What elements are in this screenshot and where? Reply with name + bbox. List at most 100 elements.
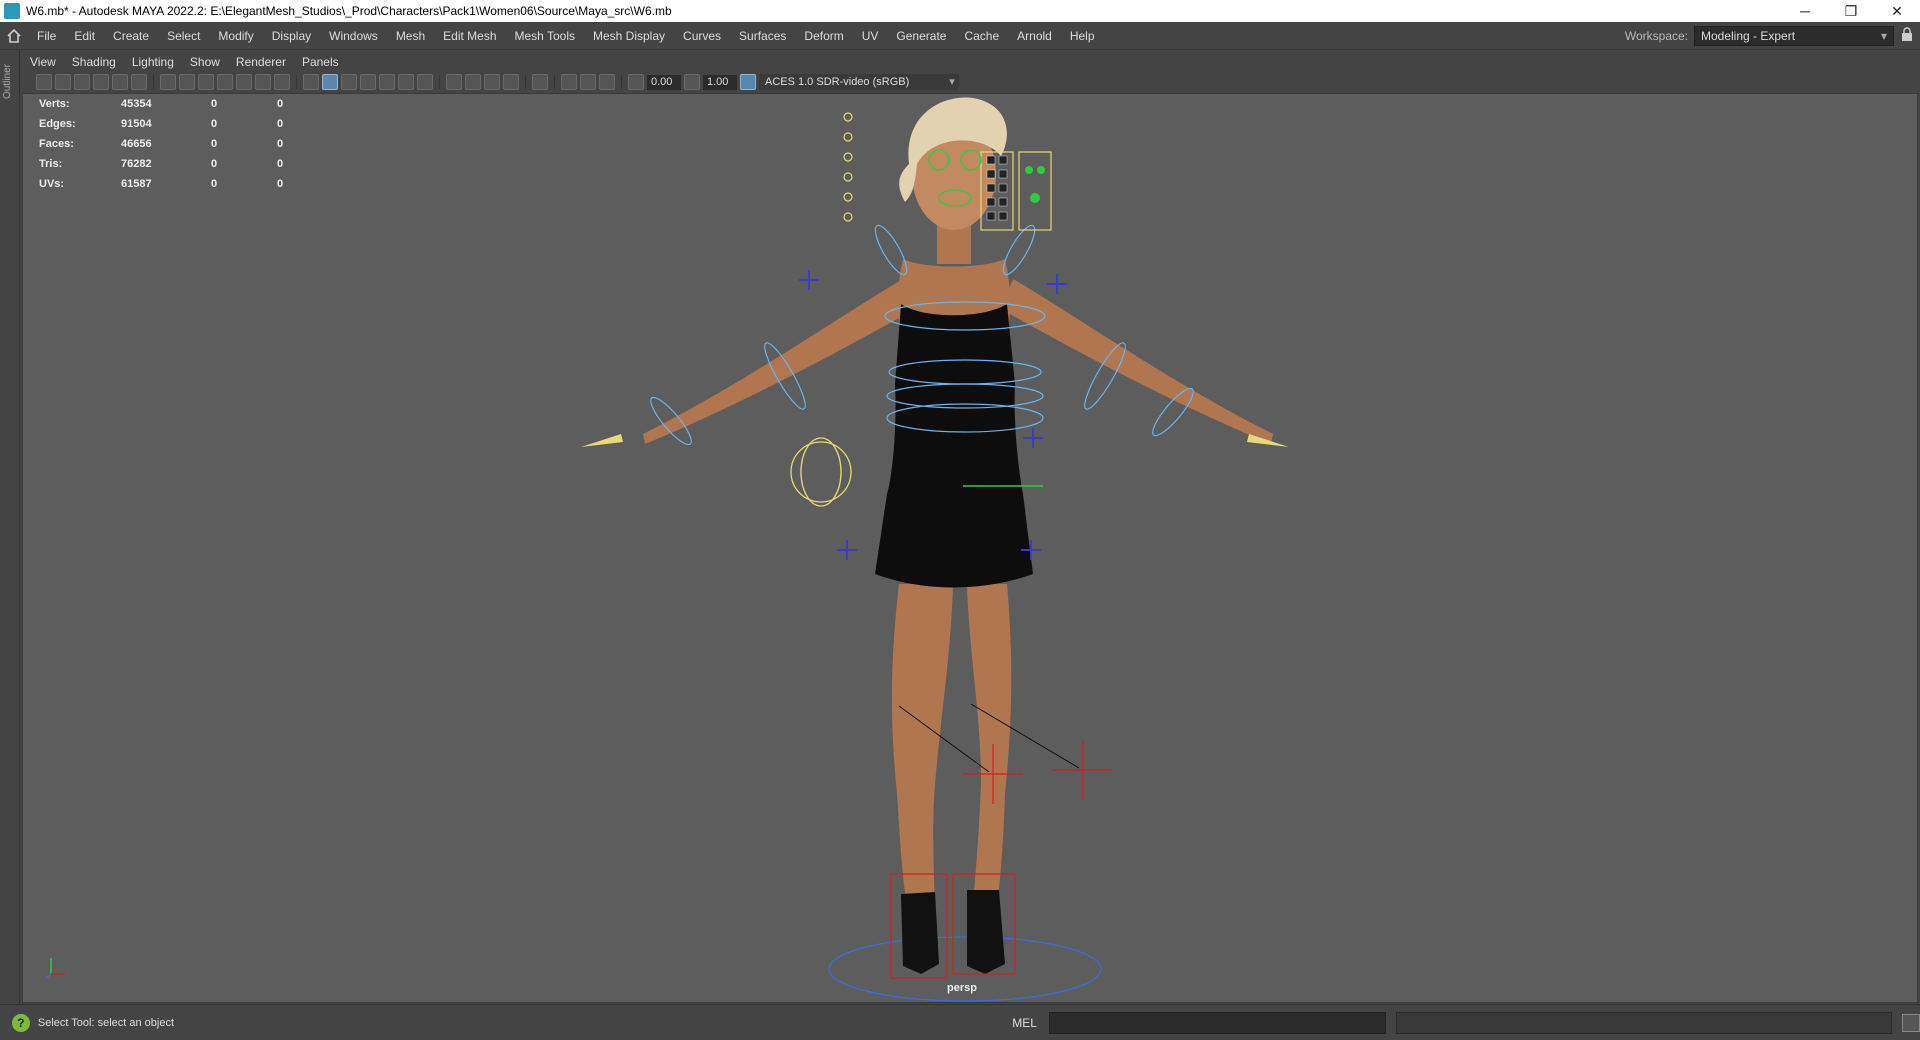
default-material-icon[interactable] xyxy=(341,74,357,90)
xray-icon[interactable] xyxy=(561,74,577,90)
toolbar-separator xyxy=(296,75,297,89)
cog-control-inner[interactable] xyxy=(800,437,842,507)
menu-surfaces[interactable]: Surfaces xyxy=(730,29,795,43)
menu-select[interactable]: Select xyxy=(158,29,209,43)
lock-icon[interactable] xyxy=(1894,27,1920,44)
menu-modify[interactable]: Modify xyxy=(209,29,262,43)
chevron-down-icon: ▾ xyxy=(1880,28,1888,43)
hud-value: 61587 xyxy=(121,178,152,190)
menu-create[interactable]: Create xyxy=(104,29,158,43)
outliner-label: Outliner xyxy=(2,64,13,100)
smooth-shade-icon[interactable] xyxy=(322,74,338,90)
command-line-output xyxy=(1396,1011,1893,1034)
menu-mesh-display[interactable]: Mesh Display xyxy=(584,29,674,43)
safe-title-icon[interactable] xyxy=(274,74,290,90)
menu-help[interactable]: Help xyxy=(1061,29,1104,43)
hud-label: Edges: xyxy=(39,118,76,130)
restore-button[interactable]: ❐ xyxy=(1828,0,1874,22)
textured-icon[interactable] xyxy=(379,74,395,90)
grease-pencil-icon[interactable] xyxy=(112,74,128,90)
menu-edit[interactable]: Edit xyxy=(65,29,104,43)
close-button[interactable]: ✕ xyxy=(1874,0,1920,22)
hud-label: UVs: xyxy=(39,178,65,190)
chevron-down-icon: ▾ xyxy=(949,76,955,88)
gamma-field[interactable]: 1.00 xyxy=(703,74,737,90)
camera-name: persp xyxy=(947,982,977,994)
panel-menu-panels[interactable]: Panels xyxy=(294,55,347,69)
panel-menu-renderer[interactable]: Renderer xyxy=(228,55,294,69)
image-plane-icon[interactable] xyxy=(93,74,109,90)
left-boot xyxy=(901,892,939,974)
ambient-occlusion-icon[interactable] xyxy=(446,74,462,90)
command-line-input[interactable] xyxy=(1048,1011,1387,1034)
scene-canvas[interactable] xyxy=(23,94,1918,1003)
safe-action-icon[interactable] xyxy=(255,74,271,90)
color-management-icon[interactable] xyxy=(740,74,756,90)
bookmark-icon[interactable] xyxy=(74,74,90,90)
hud-row-faces: Faces: 46656 0 0 xyxy=(39,134,343,154)
anti-aliasing-icon[interactable] xyxy=(484,74,500,90)
help-icon: ? xyxy=(12,1013,30,1032)
minimize-button[interactable]: ─ xyxy=(1782,0,1828,22)
menu-file[interactable]: File xyxy=(28,29,65,43)
panel-menu-lighting[interactable]: Lighting xyxy=(124,55,182,69)
xray-joints-icon[interactable] xyxy=(599,74,615,90)
viewport-persp[interactable]: Verts: 45354 0 0 Edges: 91504 0 0 Faces:… xyxy=(22,93,1918,1003)
wireframe-on-shaded-icon[interactable] xyxy=(360,74,376,90)
home-icon[interactable] xyxy=(0,22,28,50)
depth-of-field-icon[interactable] xyxy=(503,74,519,90)
menu-arnold[interactable]: Arnold xyxy=(1008,29,1061,43)
outliner-strip[interactable]: Outliner xyxy=(0,50,20,1004)
view-transform-dropdown[interactable]: ACES 1.0 SDR-video (sRGB) ▾ xyxy=(759,74,959,90)
face-panel-right[interactable] xyxy=(1018,151,1052,231)
script-editor-icon[interactable] xyxy=(1902,1013,1920,1032)
shadows-icon[interactable] xyxy=(417,74,433,90)
left-hand-ik[interactable] xyxy=(581,434,623,447)
field-chart-icon[interactable] xyxy=(236,74,252,90)
panel-menu-shading[interactable]: Shading xyxy=(64,55,124,69)
cog-control[interactable] xyxy=(790,441,852,503)
menu-mesh[interactable]: Mesh xyxy=(387,29,434,43)
menu-cache[interactable]: Cache xyxy=(955,29,1008,43)
hud-value: 0 xyxy=(211,158,218,170)
grid-icon[interactable] xyxy=(160,74,176,90)
gamma-icon[interactable] xyxy=(684,74,700,90)
menu-display[interactable]: Display xyxy=(263,29,320,43)
face-panel-icons xyxy=(1025,166,1045,203)
camera-attributes-icon[interactable] xyxy=(55,74,71,90)
two-d-pan-icon[interactable] xyxy=(131,74,147,90)
hud-label: Verts: xyxy=(39,98,70,110)
use-all-lights-icon[interactable] xyxy=(398,74,414,90)
film-gate-icon[interactable] xyxy=(179,74,195,90)
gate-mask-icon[interactable] xyxy=(217,74,233,90)
menu-mesh-tools[interactable]: Mesh Tools xyxy=(506,29,584,43)
wireframe-icon[interactable] xyxy=(303,74,319,90)
menu-uv[interactable]: UV xyxy=(853,29,888,43)
hud-label: Tris: xyxy=(39,158,63,170)
hud-row-verts: Verts: 45354 0 0 xyxy=(39,94,343,114)
poly-count-hud: Verts: 45354 0 0 Edges: 91504 0 0 Faces:… xyxy=(39,94,343,194)
hud-value: 0 xyxy=(211,138,218,150)
menu-edit-mesh[interactable]: Edit Mesh xyxy=(434,29,505,43)
mel-toggle[interactable]: MEL xyxy=(1012,1016,1037,1030)
menu-windows[interactable]: Windows xyxy=(320,29,387,43)
hud-value: 45354 xyxy=(121,98,152,110)
select-camera-icon[interactable] xyxy=(36,74,52,90)
menu-generate[interactable]: Generate xyxy=(887,29,955,43)
hud-row-edges: Edges: 91504 0 0 xyxy=(39,114,343,134)
view-transform-value: ACES 1.0 SDR-video (sRGB) xyxy=(765,76,910,88)
menu-curves[interactable]: Curves xyxy=(674,29,730,43)
workspace-value: Modeling - Expert xyxy=(1701,28,1796,43)
menu-deform[interactable]: Deform xyxy=(795,29,852,43)
xray-active-components-icon[interactable] xyxy=(580,74,596,90)
toolbar-separator xyxy=(554,75,555,89)
resolution-gate-icon[interactable] xyxy=(198,74,214,90)
exposure-field[interactable]: 0.00 xyxy=(647,74,681,90)
motion-blur-icon[interactable] xyxy=(465,74,481,90)
isolate-select-icon[interactable] xyxy=(532,74,548,90)
exposure-icon[interactable] xyxy=(628,74,644,90)
panel-menu-view[interactable]: View xyxy=(22,55,64,69)
workspace-dropdown[interactable]: Modeling - Expert ▾ xyxy=(1694,25,1894,46)
panel-menu-show[interactable]: Show xyxy=(182,55,228,69)
head-attribute-dots[interactable] xyxy=(843,112,853,222)
